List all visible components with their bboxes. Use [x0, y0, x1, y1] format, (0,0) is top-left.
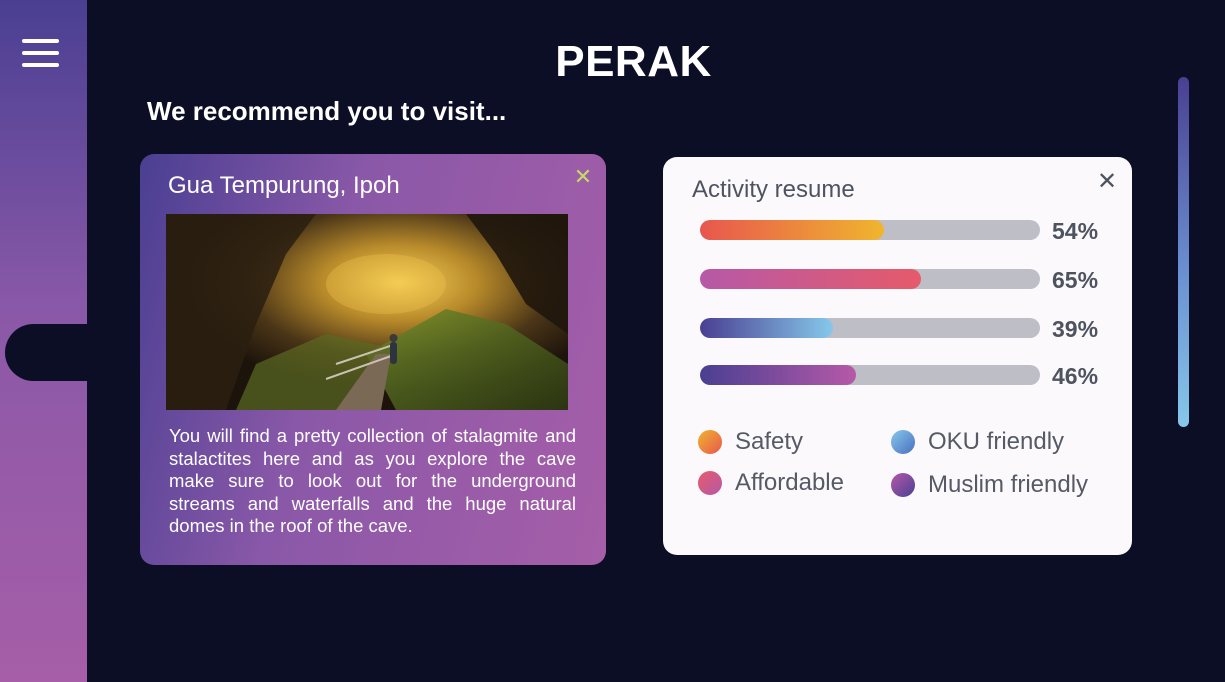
progress-track [700, 269, 1040, 289]
legend-dot [891, 430, 915, 454]
legend-label: Affordable [735, 469, 844, 496]
close-icon[interactable]: ✕ [572, 166, 594, 188]
legend-item: Safety [698, 428, 803, 456]
legend-item: Affordable [698, 469, 844, 497]
sidebar-tab-handle[interactable] [5, 324, 95, 381]
activity-bar-row: 65% [700, 267, 1120, 293]
activity-card: Activity resume ✕ 54% 65% 39% 46% Safety… [663, 157, 1132, 555]
app-screen: PERAK We recommend you to visit... Gua T… [0, 0, 1225, 682]
place-title: Gua Tempurung, Ipoh [168, 172, 400, 199]
progress-fill [700, 220, 884, 240]
percent-value: 46% [1052, 363, 1099, 389]
legend-dot [698, 430, 722, 454]
activity-title: Activity resume [692, 176, 855, 203]
progress-fill [700, 269, 921, 289]
legend-item: Muslim friendly [891, 471, 1088, 499]
percent-value: 39% [1052, 316, 1099, 342]
activity-bar-row: 46% [700, 363, 1120, 389]
progress-track [700, 220, 1040, 240]
activity-bar-row: 39% [700, 316, 1120, 342]
progress-fill [700, 318, 833, 338]
legend-dot [698, 471, 722, 495]
progress-fill [700, 365, 857, 385]
legend-item: OKU friendly [891, 428, 1064, 456]
place-card: Gua Tempurung, Ipoh ✕ You will find a pr… [140, 154, 606, 565]
cave-photo [166, 214, 568, 410]
recommend-subtitle: We recommend you to visit... [147, 96, 507, 126]
legend-label: Safety [735, 428, 804, 455]
scrollbar-thumb[interactable] [1178, 77, 1189, 427]
activity-legend: Safety OKU friendly Affordable Muslim fr… [698, 423, 1118, 513]
percent-value: 65% [1052, 267, 1099, 293]
progress-track [700, 318, 1040, 338]
page-title: PERAK [555, 37, 712, 86]
legend-dot [891, 473, 915, 497]
progress-track [700, 365, 1040, 385]
legend-label: Muslim friendly [928, 471, 1089, 498]
legend-label: OKU friendly [928, 428, 1065, 455]
close-icon[interactable]: ✕ [1096, 170, 1118, 194]
place-description: You will find a pretty collection of sta… [169, 425, 576, 536]
activity-bar-row: 54% [700, 218, 1120, 244]
percent-value: 54% [1052, 218, 1099, 244]
